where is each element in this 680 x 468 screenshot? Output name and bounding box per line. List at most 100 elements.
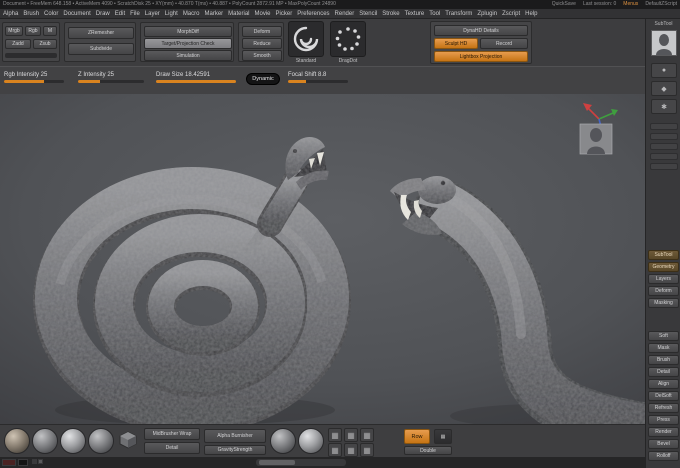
grid-icon-tile[interactable]: ▦ [328,428,342,442]
subdivide-button[interactable]: Subdivide [68,43,134,55]
tray-rolloff-button[interactable]: Rolloff [648,451,679,461]
menu-item[interactable]: Picker [276,11,293,17]
mrgb-button[interactable]: Mrgb [5,26,23,36]
m-button[interactable]: M [43,26,57,36]
sculpt-hd-button[interactable]: Sculpt HD [434,38,478,49]
zadd-button[interactable]: Zadd [5,39,31,49]
material-sphere[interactable] [88,428,114,454]
menu-item[interactable]: Tool [429,11,440,17]
zremesher-button[interactable]: ZRemesher [68,27,134,39]
target-projection-field[interactable]: Target/Projection Check [144,38,232,49]
menu-item[interactable]: Preferences [297,11,329,17]
record-button[interactable]: Record [480,38,528,49]
draw-size-slider[interactable]: Draw Size 18.42591 [156,72,240,83]
menu-item[interactable]: Material [228,11,249,17]
tray-masking-button[interactable]: Masking [648,298,679,308]
scrollbar-thumb[interactable] [259,460,295,465]
menu-item[interactable]: Help [525,11,537,17]
tray-delsoft-button[interactable]: DelSoft [648,391,679,401]
zscript-label[interactable]: DefaultZScript [645,0,677,9]
menu-item[interactable]: Movie [255,11,271,17]
tray-diamond-tool[interactable]: ◆ [651,81,677,96]
tray-star-tool[interactable]: ✱ [651,99,677,114]
menu-item[interactable]: Stroke [382,11,399,17]
menu-item[interactable]: Document [63,11,90,17]
reduce-button[interactable]: Reduce [242,38,282,49]
menu-item[interactable]: Texture [405,11,425,17]
tray-slider[interactable] [650,133,678,140]
tray-detail-button[interactable]: Detail [648,367,679,377]
row-button[interactable]: Row [404,429,430,444]
tray-render-button[interactable]: Render [648,427,679,437]
material-sphere[interactable] [60,428,86,454]
menu-item[interactable]: Light [165,11,178,17]
grid-icon-tile[interactable]: ▦ [344,443,358,457]
mini-slider[interactable] [5,53,57,58]
simulation-button[interactable]: Simulation [144,50,232,61]
menu-item[interactable]: File [130,11,140,17]
material-sphere[interactable] [4,428,30,454]
menus-toggle[interactable]: Menus [623,0,638,9]
tray-dot-tool[interactable]: ● [651,63,677,78]
detail-button[interactable]: Detail [144,442,200,454]
color-swatch[interactable] [2,459,16,466]
menu-item[interactable]: Transform [445,11,472,17]
tray-deform-button[interactable]: Deform [648,286,679,296]
midbrusher-wrap-button[interactable]: MidBrusher Wrap [144,428,200,440]
tray-bevel-button[interactable]: Bevel [648,439,679,449]
tray-slider[interactable] [650,123,678,130]
smooth-button[interactable]: Smooth [242,50,282,61]
menu-item[interactable]: Color [44,11,58,17]
material-sphere[interactable] [270,428,296,454]
tray-layers-button[interactable]: Layers [648,274,679,284]
quicksave-button[interactable]: QuickSave [552,0,576,9]
menu-item[interactable]: Render [335,11,355,17]
menu-item[interactable]: Alpha [3,11,18,17]
menu-item[interactable]: Marker [204,11,223,17]
menu-item[interactable]: Zscript [502,11,520,17]
viewport-canvas[interactable] [0,94,675,457]
deform-button[interactable]: Deform [242,26,282,37]
zsub-button[interactable]: Zsub [33,39,57,49]
menu-item[interactable]: Stencil [359,11,377,17]
tool-icon-tile[interactable]: ▦ [434,429,452,444]
grid-icon-tile[interactable]: ▦ [328,443,342,457]
menu-item[interactable]: Layer [145,11,160,17]
alpha-burnisher-button[interactable]: Alpha Burnisher [204,429,266,443]
grid-icon-tile[interactable]: ▦ [360,443,374,457]
timeline-scrollbar[interactable] [256,459,346,466]
tray-refresh-button[interactable]: Refresh [648,403,679,413]
current-stroke-tile[interactable] [330,21,366,57]
current-brush-tile[interactable] [288,21,324,57]
tray-press-button[interactable]: Press [648,415,679,425]
menu-item[interactable]: Draw [96,11,110,17]
tray-align-button[interactable]: Align [648,379,679,389]
focal-shift-slider[interactable]: Focal Shift 8.8 [288,72,352,83]
tray-geometry-button[interactable]: Geometry [648,262,679,272]
tray-mask-button[interactable]: Mask [648,343,679,353]
mini-swatch[interactable] [38,459,43,464]
rgb-button[interactable]: Rgb [25,26,41,36]
tray-subtool-button[interactable]: SubTool [648,250,679,260]
z-intensity-slider[interactable]: Z Intensity 25 [78,72,150,83]
morphdiff-button[interactable]: MorphDiff [144,26,232,37]
grid-icon-tile[interactable]: ▦ [360,428,374,442]
camera-head-icon[interactable] [579,123,613,155]
menu-item[interactable]: Zplugin [477,11,497,17]
dynahd-button[interactable]: DynaHD Details [434,25,528,36]
grid-icon-tile[interactable]: ▦ [344,428,358,442]
menu-item[interactable]: Edit [115,11,125,17]
mini-swatch[interactable] [32,459,37,464]
menu-item[interactable]: Macro [183,11,200,17]
menu-item[interactable]: Brush [23,11,39,17]
rgb-intensity-slider[interactable]: Rgb Intensity 25 [4,72,68,83]
material-sphere[interactable] [298,428,324,454]
tray-slider[interactable] [650,143,678,150]
tray-slider[interactable] [650,163,678,170]
double-button[interactable]: Double [404,446,452,455]
color-swatch[interactable] [18,459,28,466]
gravity-strength-button[interactable]: GravityStrength [204,445,266,455]
tray-slider[interactable] [650,153,678,160]
tray-soft-button[interactable]: Soft [648,331,679,341]
active-tool-thumbnail[interactable] [651,30,677,56]
